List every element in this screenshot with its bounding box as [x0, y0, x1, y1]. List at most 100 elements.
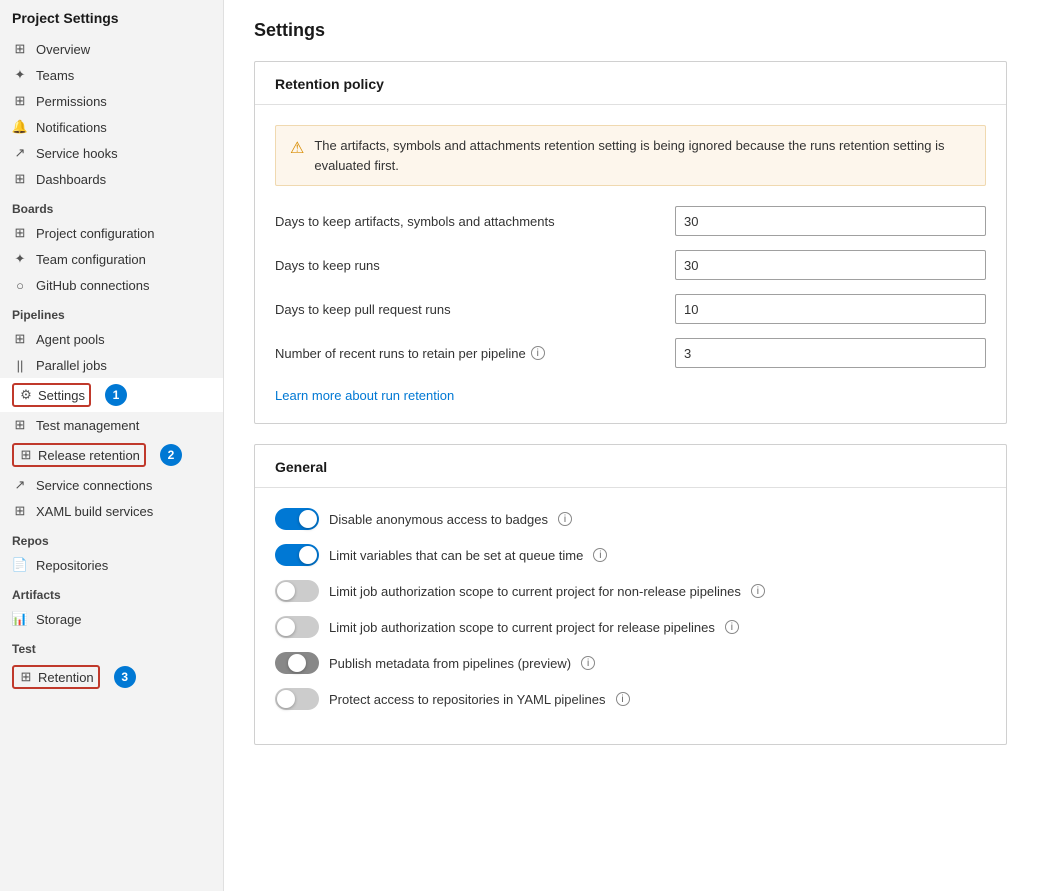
toggle-publish-metadata[interactable]	[275, 652, 319, 674]
sidebar-item-overview[interactable]: ⊞ Overview	[0, 36, 223, 62]
settings-icon: ⚙	[18, 387, 34, 403]
toggle-job-auth-non-release[interactable]	[275, 580, 319, 602]
sidebar-boards-section: ⊞ Project configuration ✦ Team configura…	[0, 220, 223, 298]
sidebar-item-team-config[interactable]: ✦ Team configuration	[0, 246, 223, 272]
retention-icon: ⊞	[18, 669, 34, 685]
sidebar-repos-section: 📄 Repositories	[0, 552, 223, 578]
field-recent-runs-input[interactable]	[675, 338, 986, 368]
warning-banner: ⚠ The artifacts, symbols and attachments…	[275, 125, 986, 186]
service-hooks-icon: ↗	[12, 145, 28, 161]
toggle-row-publish-metadata: Publish metadata from pipelines (preview…	[275, 652, 986, 674]
sidebar-test-section: ⊞ Retention 3	[0, 660, 223, 694]
storage-icon: 📊	[12, 611, 28, 627]
release-retention-icon: ⊞	[18, 447, 34, 463]
sidebar-item-parallel-jobs[interactable]: || Parallel jobs	[0, 352, 223, 378]
repositories-icon: 📄	[12, 557, 28, 573]
warning-icon: ⚠	[290, 137, 304, 161]
job-auth-release-info-icon[interactable]: i	[725, 620, 739, 634]
toggle-protect-access[interactable]	[275, 688, 319, 710]
sidebar-header: Project Settings	[0, 0, 223, 36]
xaml-build-icon: ⊞	[12, 503, 28, 519]
learn-more-link[interactable]: Learn more about run retention	[275, 388, 454, 403]
retention-policy-body: ⚠ The artifacts, symbols and attachments…	[255, 105, 1006, 423]
general-body: Disable anonymous access to badges i Lim…	[255, 488, 1006, 744]
limit-variables-info-icon[interactable]: i	[593, 548, 607, 562]
field-recent-runs-label: Number of recent runs to retain per pipe…	[275, 346, 655, 361]
sidebar-item-dashboards[interactable]: ⊞ Dashboards	[0, 166, 223, 192]
field-runs-input[interactable]	[675, 250, 986, 280]
sidebar-item-teams[interactable]: ✦ Teams	[0, 62, 223, 88]
toggle-label-job-auth-release: Limit job authorization scope to current…	[329, 620, 715, 635]
repos-section-label: Repos	[0, 524, 223, 552]
sidebar-item-xaml-build[interactable]: ⊞ XAML build services	[0, 498, 223, 524]
toggle-row-limit-variables: Limit variables that can be set at queue…	[275, 544, 986, 566]
sidebar-artifacts-section: 📊 Storage	[0, 606, 223, 632]
toggle-thumb-protect-access	[277, 690, 295, 708]
toggle-track-anonymous-badges[interactable]	[275, 508, 319, 530]
sidebar-general-section: ⊞ Overview ✦ Teams ⊞ Permissions 🔔 Notif…	[0, 36, 223, 192]
team-config-icon: ✦	[12, 251, 28, 267]
recent-runs-info-icon[interactable]: i	[531, 346, 545, 360]
sidebar-item-permissions[interactable]: ⊞ Permissions	[0, 88, 223, 114]
toggle-thumb-publish-metadata	[288, 654, 306, 672]
sidebar-item-settings[interactable]: ⚙ Settings 1	[0, 378, 223, 412]
sidebar-item-notifications[interactable]: 🔔 Notifications	[0, 114, 223, 140]
field-pr-runs-label: Days to keep pull request runs	[275, 302, 655, 317]
field-artifacts-input[interactable]	[675, 206, 986, 236]
field-pr-runs-input[interactable]	[675, 294, 986, 324]
sidebar-item-service-connections[interactable]: ↗ Service connections	[0, 472, 223, 498]
toggle-thumb-anonymous-badges	[299, 510, 317, 528]
sidebar-item-storage[interactable]: 📊 Storage	[0, 606, 223, 632]
toggle-track-job-auth-release[interactable]	[275, 616, 319, 638]
toggle-row-job-auth-non-release: Limit job authorization scope to current…	[275, 580, 986, 602]
toggle-row-protect-access: Protect access to repositories in YAML p…	[275, 688, 986, 710]
toggle-label-protect-access: Protect access to repositories in YAML p…	[329, 692, 606, 707]
project-config-icon: ⊞	[12, 225, 28, 241]
field-artifacts-label: Days to keep artifacts, symbols and atta…	[275, 214, 655, 229]
test-management-icon: ⊞	[12, 417, 28, 433]
field-runs-label: Days to keep runs	[275, 258, 655, 273]
toggle-track-publish-metadata[interactable]	[275, 652, 319, 674]
sidebar-item-retention[interactable]: ⊞ Retention 3	[0, 660, 223, 694]
sidebar-item-github-connections[interactable]: ○ GitHub connections	[0, 272, 223, 298]
sidebar-item-service-hooks[interactable]: ↗ Service hooks	[0, 140, 223, 166]
overview-icon: ⊞	[12, 41, 28, 57]
toggle-track-job-auth-non-release[interactable]	[275, 580, 319, 602]
release-retention-highlighted-box: ⊞ Release retention	[12, 443, 146, 467]
toggle-label-publish-metadata: Publish metadata from pipelines (preview…	[329, 656, 571, 671]
field-pr-runs-row: Days to keep pull request runs	[275, 294, 986, 324]
service-connections-icon: ↗	[12, 477, 28, 493]
field-runs-row: Days to keep runs	[275, 250, 986, 280]
sidebar-item-project-config[interactable]: ⊞ Project configuration	[0, 220, 223, 246]
toggle-limit-variables[interactable]	[275, 544, 319, 566]
toggle-thumb-job-auth-non-release	[277, 582, 295, 600]
sidebar-item-release-retention[interactable]: ⊞ Release retention 2	[0, 438, 223, 472]
toggle-row-job-auth-release: Limit job authorization scope to current…	[275, 616, 986, 638]
permissions-icon: ⊞	[12, 93, 28, 109]
general-header: General	[255, 445, 1006, 488]
teams-icon: ✦	[12, 67, 28, 83]
job-auth-non-release-info-icon[interactable]: i	[751, 584, 765, 598]
dashboards-icon: ⊞	[12, 171, 28, 187]
sidebar-item-agent-pools[interactable]: ⊞ Agent pools	[0, 326, 223, 352]
general-card: General Disable anonymous access to badg…	[254, 444, 1007, 745]
field-recent-runs-row: Number of recent runs to retain per pipe…	[275, 338, 986, 368]
sidebar-item-repositories[interactable]: 📄 Repositories	[0, 552, 223, 578]
retention-policy-card: Retention policy ⚠ The artifacts, symbol…	[254, 61, 1007, 424]
protect-access-info-icon[interactable]: i	[616, 692, 630, 706]
toggle-track-protect-access[interactable]	[275, 688, 319, 710]
publish-metadata-info-icon[interactable]: i	[581, 656, 595, 670]
anonymous-badges-info-icon[interactable]: i	[558, 512, 572, 526]
retention-badge: 3	[114, 666, 136, 688]
retention-highlighted-box: ⊞ Retention	[12, 665, 100, 689]
toggle-track-limit-variables[interactable]	[275, 544, 319, 566]
artifacts-section-label: Artifacts	[0, 578, 223, 606]
test-section-label: Test	[0, 632, 223, 660]
sidebar-item-test-management[interactable]: ⊞ Test management	[0, 412, 223, 438]
agent-pools-icon: ⊞	[12, 331, 28, 347]
toggle-anonymous-badges[interactable]	[275, 508, 319, 530]
sidebar: Project Settings ⊞ Overview ✦ Teams ⊞ Pe…	[0, 0, 224, 891]
page-title: Settings	[254, 20, 1007, 41]
toggle-job-auth-release[interactable]	[275, 616, 319, 638]
toggle-label-limit-variables: Limit variables that can be set at queue…	[329, 548, 583, 563]
